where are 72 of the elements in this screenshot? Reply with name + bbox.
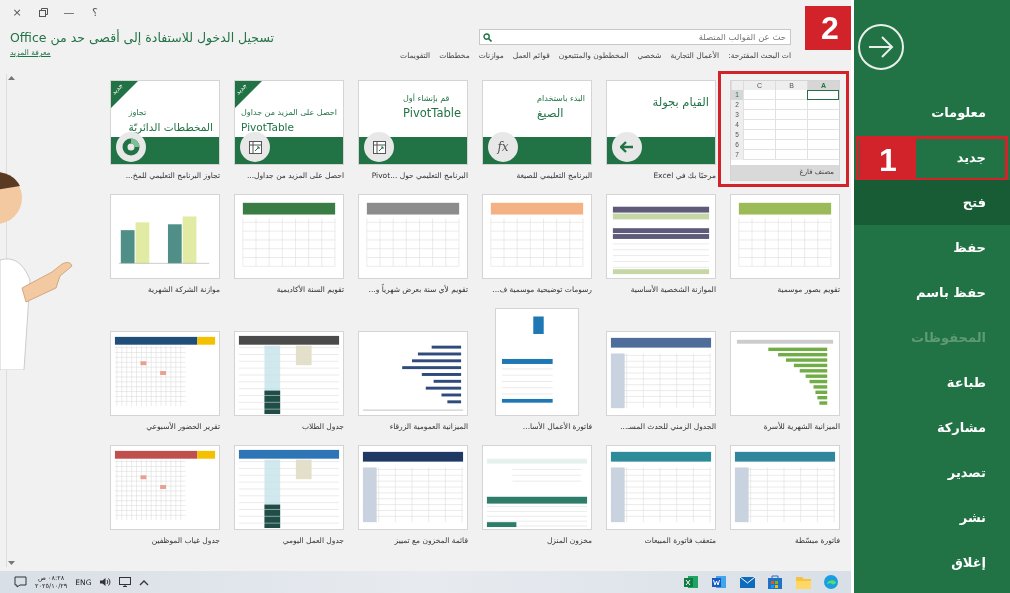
sheet-cell [775,90,807,100]
corner-cell [731,81,743,90]
card-subtitle: تجاوز [128,107,147,118]
sidebar-item[interactable]: مشاركة [854,405,1010,450]
sheet-cell [807,150,839,160]
sheet-cell [807,120,839,130]
template-thumbnail[interactable] [606,445,716,530]
template-thumbnail[interactable] [606,194,716,279]
sidebar-item[interactable]: تصدير [854,450,1010,495]
speaker-icon[interactable] [99,577,112,587]
card-heading: المخططات الدائريّة [128,120,213,135]
sheet-cell [775,150,807,160]
template-thumbnail[interactable] [606,331,716,416]
sheet-cell [775,140,807,150]
pivot-table-icon [240,132,270,162]
template-thumbnail[interactable] [358,194,468,279]
sidebar-item[interactable]: حفظ [854,225,1010,270]
template-thumbnail[interactable] [730,194,840,279]
pivot-table-icon [364,132,394,162]
card-heading: PivotTable [241,120,294,135]
sheet-cell [775,130,807,140]
notification-icon[interactable] [14,576,27,588]
scroll-down-icon[interactable] [7,560,16,567]
template-thumbnail[interactable] [730,445,840,530]
search-icon [483,33,492,42]
sheet-cell [807,110,839,120]
arrow-right-icon [866,35,896,59]
donut-chart-icon [116,132,146,162]
sheet-cell [775,120,807,130]
help-button[interactable]: ؟ [86,3,104,21]
chevron-up-icon[interactable] [139,578,150,586]
tutorial-card[interactable]: القيام بجولة [606,80,716,165]
sidebar-item[interactable]: طباعة [854,360,1010,405]
restore-icon [38,7,48,17]
sidebar-item[interactable]: إغلاق [854,540,1010,585]
scroll-up-icon[interactable] [7,74,16,81]
card-subtitle: قم بإنشاء أول [403,93,450,104]
close-button[interactable]: × [8,3,26,21]
network-icon[interactable] [119,577,132,587]
minimize-button[interactable]: — [60,3,78,21]
sheet-cell [807,140,839,150]
card-heading: الصيغ [537,106,564,121]
formula-icon: fx [488,132,518,162]
template-thumbnail[interactable] [234,194,344,279]
sheet-cell [807,100,839,110]
template-thumbnail[interactable] [358,445,468,530]
sheet-cell [807,90,839,100]
sheet-cell [775,110,807,120]
step-number-badge: 1 [860,139,916,181]
arrow-left-icon [612,132,642,162]
back-button[interactable] [858,24,904,70]
sidebar-item[interactable]: حفظ باسم [854,270,1010,315]
sidebar-item[interactable]: فتح [854,180,1010,225]
template-thumbnail[interactable] [110,445,220,530]
search-field[interactable]: حث عن القوالب المتصلة [479,29,791,45]
store-icon[interactable] [765,572,785,592]
card-heading: PivotTable [403,106,461,121]
sheet-cell [775,100,807,110]
template-thumbnail[interactable] [482,194,592,279]
template-thumbnail[interactable] [110,331,220,416]
sign-in-message: تسجيل الدخول للاستفادة إلى أقصى حد من Office [10,30,275,45]
card-heading: القيام بجولة [652,95,709,110]
template-thumbnail[interactable] [495,308,579,417]
card-subtitle: البدء باستخدام [537,93,585,104]
template-thumbnail[interactable] [482,445,592,530]
template-thumbnail[interactable] [730,331,840,416]
template-thumbnail[interactable] [358,331,468,416]
sidebar-item[interactable]: معلومات [854,90,1010,135]
sheet-cell [807,130,839,140]
card-subtitle: احصل على المزيد من جداول [241,107,337,118]
sidebar-item[interactable]: نشر [854,495,1010,540]
template-thumbnail[interactable] [110,194,220,279]
